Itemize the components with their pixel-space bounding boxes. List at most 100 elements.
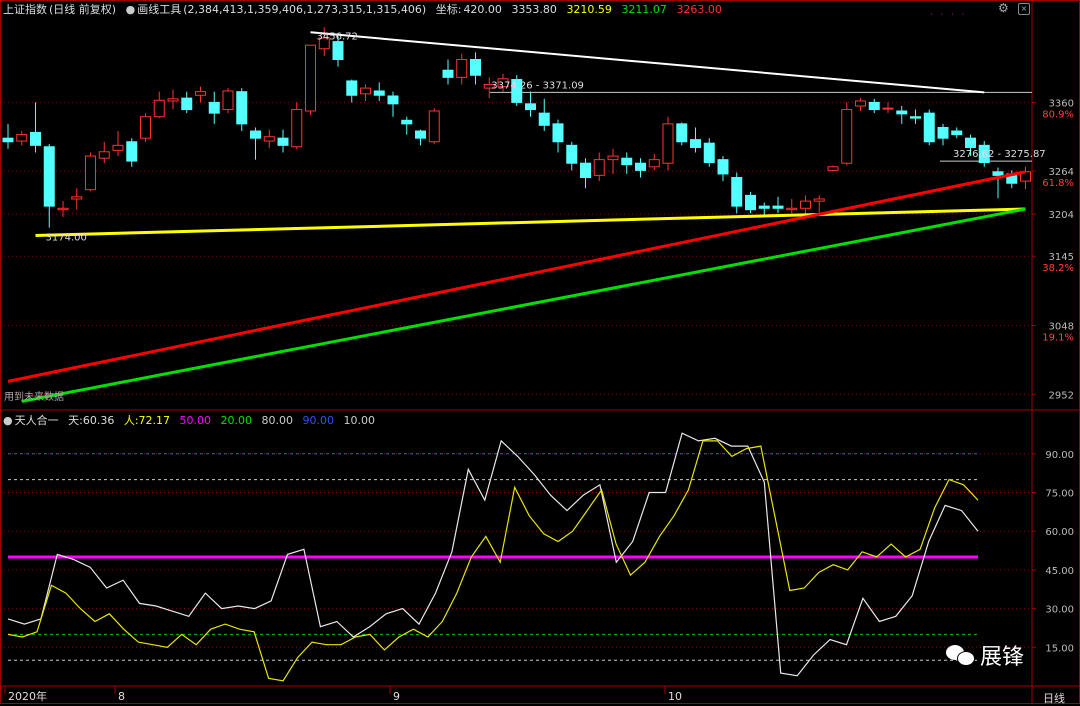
candle-up bbox=[360, 87, 371, 95]
trend-line-green bbox=[21, 207, 1026, 403]
sub-y-tick-label: 45.00 bbox=[1045, 566, 1074, 577]
candle-down bbox=[676, 123, 688, 143]
x-tick-label: 10 bbox=[668, 690, 682, 703]
close-icon[interactable]: × bbox=[1018, 3, 1030, 15]
candle-up bbox=[195, 91, 206, 96]
y-tick-label: 3264 bbox=[1049, 167, 1074, 178]
candle-down bbox=[717, 159, 729, 175]
candle-down bbox=[346, 80, 358, 96]
candle-up bbox=[263, 136, 275, 142]
ren-value: 72.17 bbox=[138, 414, 171, 427]
candle-up bbox=[291, 109, 303, 148]
candle-down bbox=[181, 97, 193, 111]
candle-up bbox=[827, 166, 839, 171]
candle-down bbox=[580, 162, 591, 179]
candle-up bbox=[648, 159, 660, 168]
candle-down bbox=[525, 103, 536, 111]
fib-label: 38.2% bbox=[1042, 263, 1074, 274]
candle-down bbox=[621, 157, 633, 166]
candle-down bbox=[373, 90, 385, 96]
candle-down bbox=[208, 101, 220, 114]
tian-label: 天: bbox=[68, 414, 83, 427]
sub-y-tick-label: 15.00 bbox=[1045, 643, 1074, 654]
x-tick-label: 8 bbox=[118, 690, 125, 703]
candle-down bbox=[538, 112, 550, 126]
value-3: 3211.07 bbox=[621, 3, 667, 16]
series-line-ren bbox=[7, 440, 979, 682]
y-tick-label: 2952 bbox=[1049, 390, 1074, 401]
indicator-name[interactable]: 天人合一 bbox=[15, 414, 59, 427]
indicator-header: ● 天人合一 天:60.36 人:72.17 50.00 20.00 80.00 … bbox=[3, 413, 381, 429]
candle-down bbox=[442, 69, 454, 78]
candle-up bbox=[456, 58, 468, 78]
candle-up bbox=[305, 44, 316, 112]
candle-up bbox=[16, 134, 28, 142]
y-tick-label: 3145 bbox=[1049, 252, 1074, 263]
value-1: 3353.80 bbox=[511, 3, 557, 16]
fib-label: 80.9% bbox=[1042, 109, 1074, 120]
candle-down bbox=[772, 205, 784, 209]
level-10: 10.00 bbox=[343, 414, 376, 427]
candle-up bbox=[607, 155, 619, 161]
candle-up bbox=[593, 159, 605, 176]
level-90: 90.00 bbox=[302, 414, 335, 427]
series-line-tian bbox=[7, 432, 979, 677]
sub-y-tick-label: 90.00 bbox=[1045, 450, 1074, 461]
index-mode: (日线 前复权) bbox=[49, 3, 117, 16]
settings-icon[interactable]: ⚙ bbox=[998, 1, 1009, 15]
wechat-icon bbox=[946, 643, 976, 667]
candle-up bbox=[222, 90, 234, 111]
y-tick-label: 3360 bbox=[1049, 98, 1074, 109]
stock-chart: 336080.9% 326461.8% 3204 314538.2% 304819.1%… bbox=[0, 0, 1080, 704]
candle-down bbox=[937, 126, 949, 139]
candle-up bbox=[112, 144, 124, 151]
candle-down bbox=[387, 95, 399, 105]
x-tick-label: 2020年 bbox=[8, 689, 47, 703]
trend-line-red bbox=[7, 170, 1026, 383]
candle-down bbox=[910, 116, 921, 119]
candle-down bbox=[745, 194, 756, 211]
candle-down bbox=[401, 119, 413, 125]
tool-label[interactable]: 画线工具 bbox=[137, 3, 181, 16]
candle-down bbox=[43, 146, 55, 207]
candle-down bbox=[126, 141, 138, 162]
fib-label: 19.1% bbox=[1042, 333, 1074, 344]
coord-label: 坐标: bbox=[435, 3, 462, 16]
index-name[interactable]: 上证指数 bbox=[3, 3, 47, 16]
watermark: 展锋 bbox=[946, 640, 1024, 670]
main-chart-header: 上证指数 (日线 前复权) ● 画线工具 (2,384,413,1,359,406,1… bbox=[3, 2, 728, 18]
level-50: 50.00 bbox=[179, 414, 212, 427]
candle-down bbox=[2, 137, 14, 143]
future-data-label: 用到未来数据 bbox=[4, 392, 64, 403]
candle-up bbox=[786, 207, 798, 211]
candle-down bbox=[635, 162, 646, 171]
fib-label: 61.8% bbox=[1042, 178, 1074, 189]
candle-down bbox=[965, 137, 976, 148]
candle-up bbox=[85, 155, 96, 191]
candle-up bbox=[428, 110, 440, 143]
candle-down bbox=[758, 205, 770, 209]
candle-down bbox=[731, 177, 743, 207]
x-tick-label: 9 bbox=[393, 690, 400, 703]
candle-down bbox=[470, 58, 481, 76]
candle-up bbox=[813, 198, 825, 202]
low-price-label: 3174.00 bbox=[46, 232, 87, 243]
tian-value: 60.36 bbox=[82, 414, 115, 427]
candle-up bbox=[167, 98, 179, 102]
candle-down bbox=[896, 110, 908, 115]
candle-down bbox=[566, 144, 578, 164]
watermark-text: 展锋 bbox=[980, 645, 1025, 670]
sub-y-tick-label: 60.00 bbox=[1045, 527, 1074, 538]
candle-up bbox=[140, 116, 151, 139]
sub-y-tick-label: 75.00 bbox=[1045, 489, 1074, 500]
y-tick-label: 3204 bbox=[1049, 210, 1074, 221]
ren-label: 人: bbox=[123, 414, 139, 427]
candle-up bbox=[662, 123, 674, 164]
candle-down bbox=[236, 91, 248, 125]
dot-icon: ● bbox=[3, 414, 13, 427]
tool-values: (2,384,413,1,359,406,1,273,315,1,315,406… bbox=[183, 3, 427, 16]
candle-down bbox=[415, 130, 426, 139]
candle-up bbox=[71, 196, 83, 200]
dots-icon: ···· bbox=[930, 10, 973, 19]
sub-y-tick-label: 30.00 bbox=[1045, 605, 1074, 616]
